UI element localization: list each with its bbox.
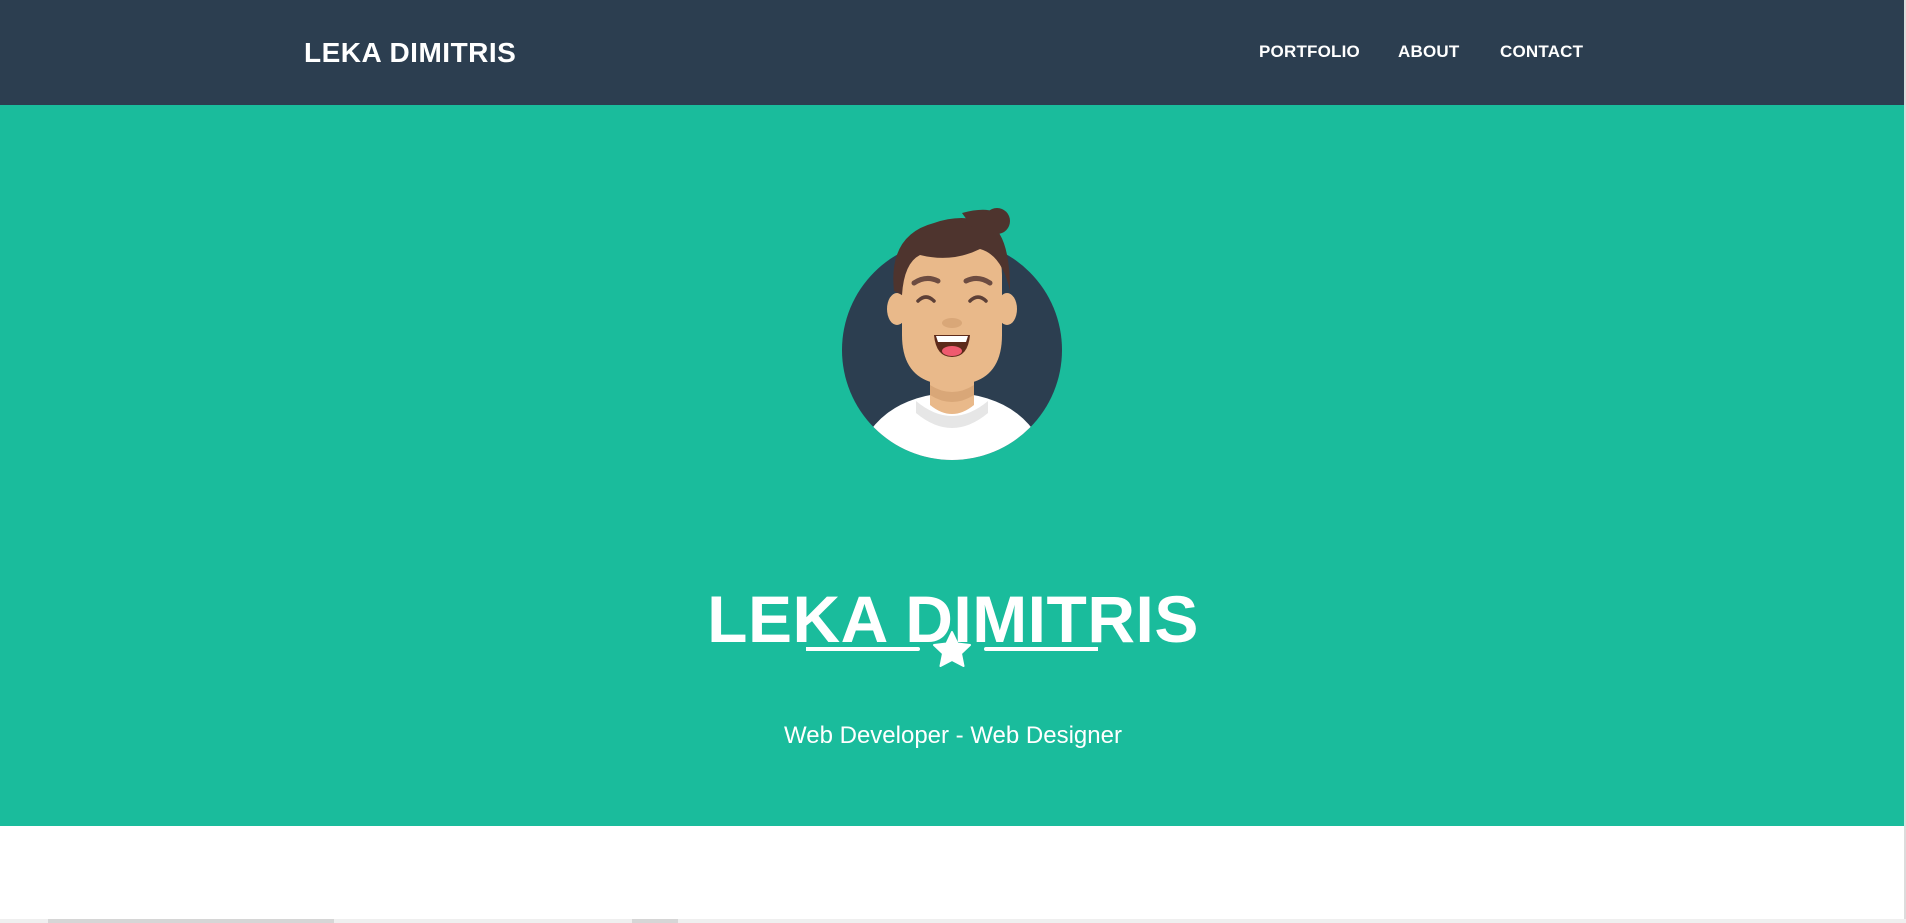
page: LEKA DIMITRIS PORTFOLIO ABOUT CONTACT LE… <box>0 0 1906 923</box>
nav-links: PORTFOLIO ABOUT CONTACT <box>1259 42 1590 62</box>
hero-subtitle: Web Developer - Web Designer <box>784 722 1122 749</box>
horizontal-scrollbar[interactable] <box>0 919 1906 923</box>
hero-section: LEKA DIMITRIS Web Developer - Web Design… <box>0 105 1906 826</box>
navbar: LEKA DIMITRIS PORTFOLIO ABOUT CONTACT <box>0 0 1906 105</box>
nav-link-contact[interactable]: CONTACT <box>1500 42 1590 62</box>
scrollbar-segment <box>48 919 334 923</box>
brand-link[interactable]: LEKA DIMITRIS <box>304 36 516 70</box>
avatar-illustration <box>842 208 1062 460</box>
star-divider <box>806 631 1098 667</box>
scrollbar-segment <box>632 919 678 923</box>
star-icon <box>933 631 971 667</box>
nav-link-about[interactable]: ABOUT <box>1398 42 1500 62</box>
nav-link-portfolio[interactable]: PORTFOLIO <box>1259 42 1398 62</box>
